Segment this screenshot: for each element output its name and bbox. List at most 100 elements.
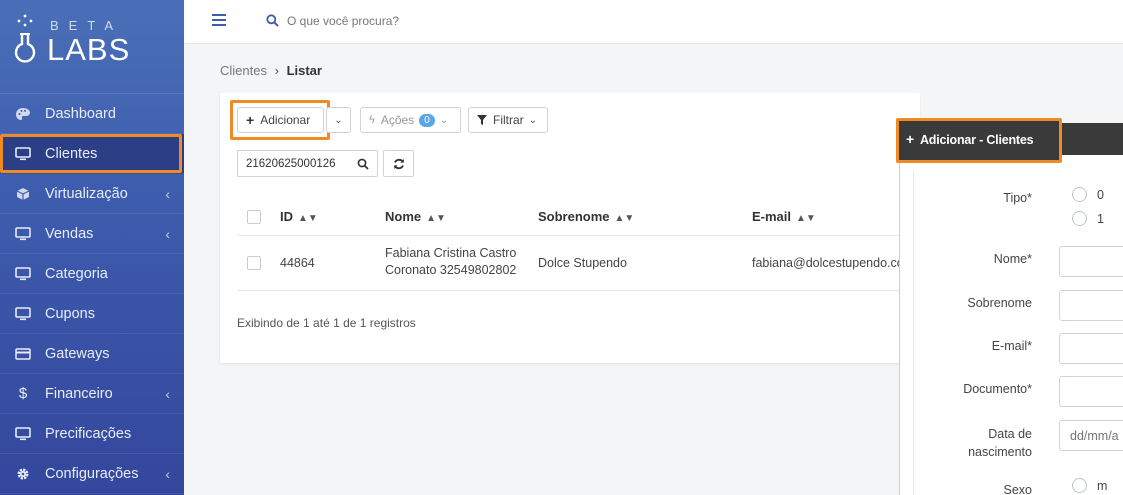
field-label-documento: Documento* — [963, 382, 1032, 396]
sidebar-item-label: Dashboard — [45, 105, 116, 122]
nome-input[interactable] — [1059, 246, 1123, 277]
panel-title-text: Adicionar - Clientes — [919, 133, 1034, 147]
sidebar-item-label: Categoria — [45, 265, 108, 282]
radio-tipo-0[interactable] — [1072, 187, 1087, 202]
column-header-email[interactable]: E-mail ▲▼ — [752, 209, 816, 224]
field-label-data-nascimento: Data de nascimento — [968, 425, 1032, 461]
topbar — [184, 0, 1123, 44]
select-all-checkbox[interactable] — [247, 210, 261, 224]
field-label-sexo: Sexo — [1003, 483, 1033, 495]
refresh-icon — [393, 158, 404, 169]
field-label-sobrenome: Sobrenome — [967, 296, 1032, 310]
field-label-line: Data de — [988, 427, 1032, 441]
sobrenome-input[interactable] — [1059, 290, 1123, 321]
cell-id: 44864 — [280, 256, 315, 270]
documento-input[interactable] — [1059, 376, 1123, 407]
sidebar-item-precificacoes[interactable]: Precificações — [0, 414, 184, 454]
filter-button-label: Filtrar — [493, 113, 524, 127]
radio-label: m — [1097, 479, 1108, 493]
breadcrumb-separator: › — [274, 63, 279, 78]
actions-button-label: Ações — [380, 113, 415, 127]
sort-icon: ▲▼ — [614, 213, 635, 224]
sort-icon: ▲▼ — [426, 213, 446, 224]
radio-label: 1 — [1097, 212, 1104, 226]
cell-nome: Fabiana Cristina Castro Coronato 3254980… — [385, 245, 516, 279]
gear-icon — [14, 465, 32, 483]
field-label-line: nascimento — [968, 445, 1032, 459]
logo[interactable]: BETA LABS — [0, 0, 184, 94]
add-dropdown-button[interactable]: ⌄ — [326, 107, 351, 133]
radio-tipo-1[interactable] — [1072, 211, 1087, 226]
email-input[interactable] — [1059, 333, 1123, 364]
breadcrumb-root[interactable]: Clientes — [220, 63, 267, 78]
divider — [237, 235, 920, 236]
cell-nome-line2: Coronato 32549802802 — [385, 263, 517, 277]
bolt-icon: ϟ — [369, 114, 375, 126]
chevron-down-icon: ⌄ — [334, 114, 343, 126]
filter-field — [237, 150, 378, 177]
column-header-label: Nome — [385, 209, 422, 224]
sidebar-item-virtualizacao[interactable]: Virtualização ‹ — [0, 174, 184, 214]
column-header-nome[interactable]: Nome ▲▼ — [385, 209, 446, 224]
sidebar-item-label: Configurações — [45, 465, 139, 482]
sidebar-item-categoria[interactable]: Categoria — [0, 254, 184, 294]
chevron-down-icon: ⌄ — [439, 114, 449, 126]
column-header-label: E-mail — [752, 209, 792, 224]
monitor-icon — [14, 305, 32, 323]
sidebar-item-cupons[interactable]: Cupons — [0, 294, 184, 334]
column-header-label: ID — [280, 209, 293, 224]
field-label-tipo: Tipo* — [1003, 191, 1032, 205]
filter-input[interactable] — [246, 156, 356, 172]
column-header-label: Sobrenome — [538, 209, 610, 224]
sidebar-item-financeiro[interactable]: $ Financeiro ‹ — [0, 374, 184, 414]
sidebar-item-vendas[interactable]: Vendas ‹ — [0, 214, 184, 254]
panel-title: + Adicionar - Clientes — [906, 131, 1034, 147]
sidebar-item-clientes[interactable]: Clientes — [0, 134, 184, 174]
dollar-icon: $ — [18, 385, 28, 402]
breadcrumb-current: Listar — [286, 63, 322, 78]
divider — [237, 290, 920, 291]
actions-count-badge: 0 — [419, 113, 435, 127]
data-nascimento-input[interactable] — [1059, 420, 1123, 451]
search-icon — [266, 14, 279, 27]
cube-icon — [14, 185, 32, 203]
cell-sobrenome: Dolce Stupendo — [538, 256, 627, 270]
cell-nome-line1: Fabiana Cristina Castro — [385, 246, 517, 260]
list-card: + Adicionar ⌄ ϟ Ações 0 ⌄ Filtrar ⌄ ID ▲▼ — [220, 93, 920, 363]
plus-icon: + — [906, 131, 914, 147]
hamburger-menu-icon[interactable] — [212, 14, 226, 26]
monitor-icon — [14, 265, 32, 283]
search-input[interactable] — [287, 11, 587, 31]
sidebar-item-configuracoes[interactable]: Configurações ‹ — [0, 454, 184, 494]
sidebar-item-label: Cupons — [45, 305, 95, 322]
highlight-frame — [0, 134, 182, 173]
logo-beta: BETA — [50, 18, 123, 33]
sidebar-item-gateways[interactable]: Gateways — [0, 334, 184, 374]
radio-sexo-m[interactable] — [1072, 478, 1087, 493]
column-header-sobrenome[interactable]: Sobrenome ▲▼ — [538, 209, 634, 224]
column-header-id[interactable]: ID ▲▼ — [280, 209, 318, 224]
search-icon[interactable] — [357, 158, 369, 170]
monitor-icon — [14, 425, 32, 443]
cell-email: fabiana@dolcestupendo.co — [752, 256, 900, 270]
sidebar-item-label: Virtualização — [45, 185, 128, 202]
chevron-left-icon: ‹ — [165, 186, 170, 202]
actions-button[interactable]: ϟ Ações 0 ⌄ — [360, 107, 461, 133]
add-button[interactable]: + Adicionar — [237, 107, 324, 133]
refresh-button[interactable] — [383, 150, 414, 177]
breadcrumb: Clientes › Listar — [220, 63, 322, 78]
add-button-label: Adicionar — [260, 113, 311, 127]
field-label-nome: Nome* — [993, 252, 1032, 266]
palette-icon — [14, 105, 32, 123]
chevron-left-icon: ‹ — [165, 466, 170, 482]
sort-icon: ▲▼ — [796, 213, 816, 224]
filter-button[interactable]: Filtrar ⌄ — [468, 107, 548, 133]
flask-icon — [14, 14, 36, 63]
logo-labs: LABS — [47, 32, 131, 67]
row-checkbox[interactable] — [247, 256, 261, 270]
chevron-left-icon: ‹ — [165, 226, 170, 242]
table-info: Exibindo de 1 até 1 de 1 registros — [237, 316, 416, 330]
sidebar-item-dashboard[interactable]: Dashboard — [0, 94, 184, 134]
sidebar-item-label: Gateways — [45, 345, 110, 362]
filter-icon — [477, 115, 487, 125]
